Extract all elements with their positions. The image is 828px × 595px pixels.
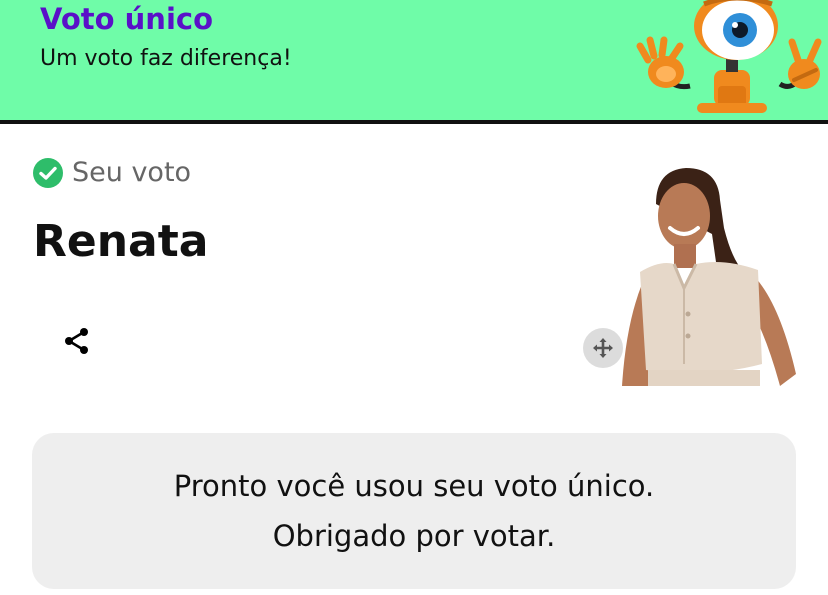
move-handle[interactable]	[583, 328, 623, 368]
candidate-name: Renata	[33, 216, 209, 267]
share-icon	[65, 328, 88, 354]
confirmation-line-2: Obrigado por votar.	[272, 519, 556, 553]
check-circle-icon	[33, 158, 63, 188]
move-arrows-icon	[593, 338, 613, 358]
banner-title: Voto único	[40, 2, 214, 36]
status-label: Seu voto	[72, 157, 192, 188]
vote-status: Seu voto	[32, 155, 191, 191]
vote-banner: Voto único Um voto faz diferença!	[0, 0, 828, 120]
share-button[interactable]	[60, 324, 94, 358]
confirmation-message: Pronto você usou seu voto único. Obrigad…	[32, 433, 796, 589]
confirmation-line-1: Pronto você usou seu voto único.	[173, 469, 655, 503]
eye-mascot-icon	[636, 0, 822, 113]
candidate-photo	[620, 164, 798, 386]
banner-divider	[0, 120, 828, 124]
banner-subtitle: Um voto faz diferença!	[40, 46, 292, 71]
